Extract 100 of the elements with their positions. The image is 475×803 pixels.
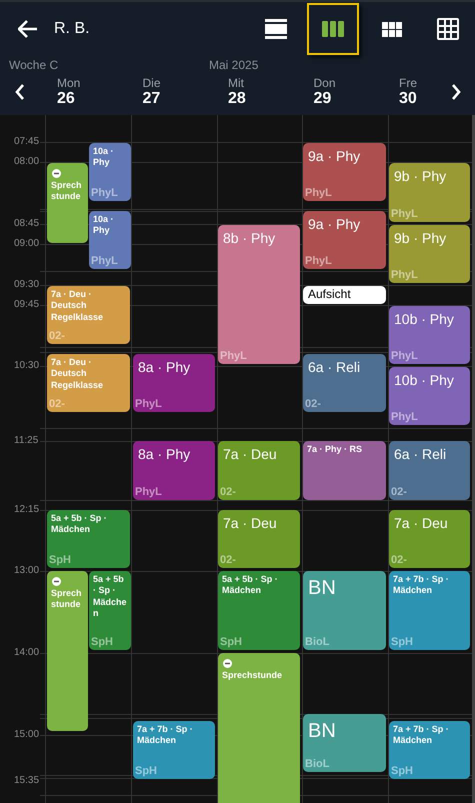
event-card[interactable]: 7a · Deu 02- bbox=[389, 510, 470, 568]
room-label: PhyL bbox=[391, 269, 418, 281]
event-title: 7a · Deu bbox=[222, 514, 278, 533]
event-title: 7a · Deu · Deutsch Regelklasse bbox=[51, 289, 104, 323]
room-label: BioL bbox=[305, 636, 330, 648]
event-card[interactable]: Sprechstunde bbox=[47, 571, 88, 731]
event-title: 6a · Reli bbox=[307, 358, 362, 377]
room-label: 02- bbox=[220, 486, 236, 498]
event-title: 9b · Phy bbox=[393, 167, 448, 186]
day-name: Mon bbox=[57, 76, 82, 90]
event-card[interactable]: 9b · Phy PhyL bbox=[389, 163, 470, 222]
event-card[interactable]: 5a + 5b · Sp · Mädchen SpH bbox=[47, 510, 130, 568]
time-label: 15:00 bbox=[14, 728, 40, 742]
room-label: PhyL bbox=[391, 350, 418, 362]
event-card[interactable]: Sprechstunde bbox=[47, 163, 88, 243]
event-card[interactable]: 8a · Phy PhyL bbox=[133, 354, 215, 412]
event-card[interactable]: 8a · Phy PhyL bbox=[133, 441, 215, 500]
room-label: PhyL bbox=[135, 486, 162, 498]
event-card[interactable]: 8b · Phy PhyL bbox=[218, 225, 300, 364]
event-card[interactable]: 10b · Phy PhyL bbox=[389, 367, 470, 425]
event-title: 9b · Phy bbox=[393, 229, 448, 248]
room-label: PhyL bbox=[135, 398, 162, 410]
room-label: 02- bbox=[305, 398, 321, 410]
time-label: 08:00 bbox=[14, 155, 40, 169]
event-card[interactable]: 10a · Phy PhyL bbox=[89, 143, 131, 201]
event-title: Sprechstunde bbox=[222, 670, 282, 682]
event-title: 9a · Phy bbox=[307, 215, 362, 234]
event-title: Sprechstunde bbox=[51, 588, 83, 610]
room-label: PhyL bbox=[91, 187, 118, 199]
event-card[interactable]: 7a · Deu · Deutsch Regelklasse 02- bbox=[47, 286, 130, 344]
event-title: 7a + 7b · Sp · Mädchen bbox=[393, 574, 450, 596]
event-card[interactable]: 10b · Phy PhyL bbox=[389, 306, 470, 364]
event-title: 5a + 5b · Sp · Mädchen bbox=[93, 574, 127, 619]
event-title: 7a · Deu · Deutsch Regelklasse bbox=[51, 357, 104, 391]
event-card[interactable]: BN BioL bbox=[303, 714, 386, 772]
time-label: 11:25 bbox=[14, 434, 38, 448]
event-card[interactable]: 9b · Phy PhyL bbox=[389, 225, 470, 283]
event-title: Sprechstunde bbox=[51, 180, 83, 202]
room-label: BioL bbox=[305, 758, 330, 770]
event-card[interactable]: 7a · Deu 02- bbox=[218, 510, 300, 568]
day-date: 30 bbox=[399, 90, 418, 108]
time-label: 15:35 bbox=[14, 774, 40, 788]
event-card[interactable]: 6a · Reli 02- bbox=[303, 354, 386, 412]
time-label: 09:45 bbox=[14, 298, 40, 312]
room-label: PhyL bbox=[220, 350, 247, 362]
event-title: 5a + 5b · Sp · Mädchen bbox=[51, 513, 108, 536]
event-card[interactable]: 5a + 5b · Sp · Mädchen SpH bbox=[89, 571, 131, 650]
time-label: 14:00 bbox=[14, 646, 40, 660]
event-title: 9a · Phy bbox=[307, 147, 362, 166]
room-label: 02- bbox=[391, 554, 407, 566]
event-title: BN bbox=[307, 576, 337, 601]
day-date: 27 bbox=[142, 90, 162, 108]
page-title: R. B. bbox=[54, 20, 90, 38]
event-card[interactable]: 7a · Phy · RS bbox=[303, 441, 386, 500]
room-label: SpH bbox=[91, 636, 113, 648]
event-card[interactable]: 7a · Deu · Deutsch Regelklasse 02- bbox=[47, 354, 130, 412]
day-date: 29 bbox=[314, 90, 332, 108]
day-name: Mit bbox=[228, 76, 245, 90]
event-card[interactable]: 5a + 5b · Sp · Mädchen SpH bbox=[218, 571, 300, 650]
room-label: 02- bbox=[49, 330, 65, 342]
event-title: 6a · Reli bbox=[393, 445, 448, 464]
event-card[interactable]: 6a · Reli 02- bbox=[389, 441, 470, 500]
event-card[interactable]: 7a + 7b · Sp · Mädchen SpH bbox=[133, 721, 215, 779]
event-card[interactable]: 9a · Phy PhyL bbox=[303, 211, 386, 269]
time-label: 09:00 bbox=[14, 237, 40, 251]
event-card[interactable]: 9a · Phy PhyL bbox=[303, 143, 386, 201]
day-name: Die bbox=[142, 76, 162, 90]
room-label: 02- bbox=[391, 486, 407, 498]
event-card[interactable]: 7a · Deu 02- bbox=[218, 441, 300, 500]
room-label: SpH bbox=[391, 636, 413, 648]
room-label: PhyL bbox=[391, 411, 418, 423]
room-label: 02- bbox=[220, 554, 236, 566]
room-label: SpH bbox=[135, 765, 157, 777]
event-card[interactable]: BN BioL bbox=[303, 571, 386, 650]
event-title: Aufsicht bbox=[308, 287, 351, 302]
event-title: 10a · Phy bbox=[93, 146, 115, 168]
event-card[interactable]: Aufsicht bbox=[303, 286, 386, 304]
time-label: 12:15 bbox=[14, 503, 40, 517]
time-label: 10:30 bbox=[14, 359, 40, 373]
room-label: SpH bbox=[220, 636, 242, 648]
room-label: SpH bbox=[391, 765, 413, 777]
event-title: BN bbox=[307, 719, 337, 744]
time-label: 07:45 bbox=[14, 135, 40, 149]
event-card[interactable]: Sprechstunde bbox=[218, 653, 300, 803]
event-title: 5a + 5b · Sp · Mädchen bbox=[222, 574, 279, 596]
event-title: 8a · Phy bbox=[137, 358, 192, 377]
event-card[interactable]: 7a + 7b · Sp · Mädchen SpH bbox=[389, 721, 470, 779]
month-label: Mai 2025 bbox=[209, 58, 258, 72]
event-title: 10a · Phy bbox=[93, 214, 115, 236]
day-date: 26 bbox=[57, 90, 76, 108]
event-title: 7a + 7b · Sp · Mädchen bbox=[393, 724, 450, 746]
event-card[interactable]: 7a + 7b · Sp · Mädchen SpH bbox=[389, 571, 470, 650]
event-title: 8a · Phy bbox=[137, 445, 192, 464]
event-title: 7a · Deu bbox=[393, 514, 449, 533]
time-label: 13:00 bbox=[14, 564, 40, 578]
event-title: 7a · Deu bbox=[222, 445, 278, 464]
day-name: Fre bbox=[399, 76, 418, 90]
event-card[interactable]: 10a · Phy PhyL bbox=[89, 211, 131, 269]
event-title: 8b · Phy bbox=[222, 229, 276, 248]
day-date: 28 bbox=[228, 90, 247, 108]
